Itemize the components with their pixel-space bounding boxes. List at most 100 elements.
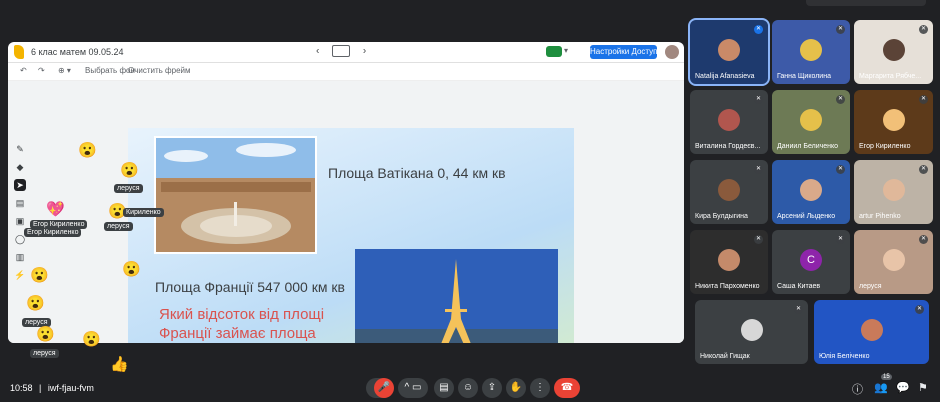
participant-tile[interactable]: ✕ Виталина Гордеєв... (690, 90, 768, 154)
meeting-code: iwf-fjau-fvm (47, 383, 94, 393)
textbox-tool-icon[interactable]: ▥ (14, 251, 26, 263)
participant-tile[interactable]: ✕ Natalija Afanasieva (688, 18, 770, 86)
slide-frame: Площа Ватікана 0, 44 км кв Площа Франції… (128, 128, 574, 343)
info-icon[interactable]: ⓘ (852, 381, 863, 397)
eiffel-tower-art (355, 249, 558, 343)
participant-tile[interactable]: ✕ Маргарита Рябче... (854, 20, 933, 84)
reaction-emoji: 😮 (78, 142, 97, 159)
whiteboard-header: 6 клас матем 09.05.24 ‹ › ▾ Настройки До… (8, 42, 684, 63)
participant-tile[interactable]: ✕ Юлія Беліченко (814, 300, 929, 364)
people-icon[interactable]: 👥 (874, 381, 888, 394)
participant-tile[interactable]: ✕ Арсений Лыденко (772, 160, 850, 224)
captions-button[interactable]: ▤ (434, 378, 454, 398)
participant-video (718, 39, 740, 61)
eraser-tool-icon[interactable]: ◆ (14, 161, 26, 173)
meet-icon[interactable] (546, 46, 562, 57)
meeting-time: 10:58 (10, 383, 33, 393)
participant-name: Виталина Гордеєв... (695, 143, 761, 150)
reaction-name-tag: Кириленко (123, 208, 164, 217)
pen-tool-icon[interactable]: ✎ (14, 143, 26, 155)
participant-tile[interactable]: С ✕ Саша Китаев (772, 230, 850, 294)
frame-pager[interactable]: ‹ › (316, 45, 366, 57)
participant-video (718, 249, 740, 271)
participant-tile[interactable]: ✕ леруся (854, 230, 933, 294)
participant-name: Ганна Щиколина (777, 73, 831, 80)
chat-icon[interactable]: 💬 (896, 381, 910, 394)
mic-off-icon: ✕ (754, 235, 763, 244)
camera-control[interactable]: ^ ▭ (398, 378, 428, 398)
reaction-emoji: 😮 (120, 162, 139, 179)
laser-tool-icon[interactable]: ⚡ (14, 269, 26, 281)
raise-hand-button[interactable]: ✋ (506, 378, 526, 398)
end-call-button[interactable]: ☎ (554, 378, 580, 398)
participant-initial-avatar: С (800, 249, 822, 271)
select-tool-icon[interactable]: ➤ (14, 179, 26, 191)
participant-video (882, 179, 905, 201)
mic-off-icon: ✕ (794, 305, 803, 314)
more-options-button[interactable]: ⋮ (530, 378, 550, 398)
participant-name: Арсений Лыденко (777, 213, 836, 220)
participant-name: леруся (859, 283, 882, 290)
participant-name: Николай Гищак (700, 353, 750, 360)
redo-button[interactable]: ↷ (38, 66, 45, 75)
mic-off-icon: ✕ (836, 95, 845, 104)
top-bar-fragment: ⋯ (10, 0, 20, 5)
participant-video (800, 109, 822, 131)
mic-off-icon: ✕ (919, 165, 928, 174)
reaction-emoji: 😮 (82, 331, 101, 348)
present-button[interactable]: ⇪ (482, 378, 502, 398)
participant-name: Natalija Afanasieva (695, 73, 755, 80)
participant-tile[interactable]: ✕ artur Pihenko (854, 160, 933, 224)
participant-tile[interactable]: ✕ Ганна Щиколина (772, 20, 850, 84)
participant-tile[interactable]: ✕ Никита Пархоменко (690, 230, 768, 294)
participant-tile[interactable]: ✕ Николай Гищак (695, 300, 808, 364)
mic-off-icon: ✕ (919, 235, 928, 244)
next-frame-button[interactable]: › (363, 46, 366, 57)
question-text: Який відсоток від площі Франції займає п… (159, 306, 325, 342)
participant-name: Маргарита Рябче... (859, 73, 922, 80)
jamboard-logo-icon (14, 45, 24, 59)
chevron-down-icon[interactable]: ▾ (564, 46, 568, 55)
activities-icon[interactable]: ⚑ (918, 381, 928, 394)
camera-options-chevron-icon[interactable]: ^ (405, 382, 410, 393)
reaction-emoji: 😮 (36, 326, 55, 343)
avatar[interactable] (665, 45, 679, 59)
participant-tile[interactable]: ✕ Кира Булдыгина (690, 160, 768, 224)
mic-off-icon: ✕ (754, 165, 763, 174)
participant-video (860, 319, 883, 341)
zoom-button[interactable]: ⊕ ▾ (58, 66, 71, 75)
participant-tile[interactable]: ✕ Егор Кириленко (854, 90, 933, 154)
participant-video (800, 179, 822, 201)
mic-off-icon: ✕ (754, 95, 763, 104)
heart-reaction-emoji: 💖 (46, 201, 65, 218)
participant-name: artur Pihenko (859, 213, 901, 220)
frame-thumbnail-icon[interactable] (332, 45, 351, 57)
participant-tile[interactable]: ✕ Даниил Беличенко (772, 90, 850, 154)
camera-icon[interactable]: ▭ (412, 382, 421, 393)
whiteboard-toolbar: ↶ ↷ ⊕ ▾ Выбрать фон Очистить фрейм (8, 62, 684, 81)
mic-off-icon: ✕ (836, 165, 845, 174)
image-tool-icon[interactable]: ▣ (14, 215, 26, 227)
mic-off-button[interactable]: 🎤 (374, 378, 394, 398)
participant-name: Егор Кириленко (859, 143, 911, 150)
reaction-name-tag: леруся (104, 222, 133, 231)
reactions-button[interactable]: ☺ (458, 378, 478, 398)
whiteboard-title: 6 клас матем 09.05.24 (31, 47, 124, 57)
participant-video (882, 39, 905, 61)
participant-video (800, 39, 822, 61)
vatican-photo-art (156, 138, 315, 252)
participant-name: Кира Булдыгина (695, 213, 748, 220)
prev-frame-button[interactable]: ‹ (316, 46, 319, 57)
side-toolbar: ✎ ◆ ➤ ▤ ▣ ◯ ▥ ⚡ (14, 143, 28, 287)
participant-name: Никита Пархоменко (695, 283, 760, 290)
reaction-emoji: 😮 (26, 295, 45, 312)
mic-off-icon: ✕ (836, 235, 845, 244)
reaction-emoji: 😮 (122, 261, 141, 278)
participant-name: Юлія Беліченко (819, 353, 870, 360)
people-count-badge: 15 (881, 374, 892, 380)
clear-frame-button[interactable]: Очистить фрейм (128, 66, 191, 75)
mic-off-icon: ✕ (919, 95, 928, 104)
access-settings-button[interactable]: Настройки Доступа (590, 45, 662, 59)
undo-button[interactable]: ↶ (20, 66, 27, 75)
sticky-note-tool-icon[interactable]: ▤ (14, 197, 26, 209)
